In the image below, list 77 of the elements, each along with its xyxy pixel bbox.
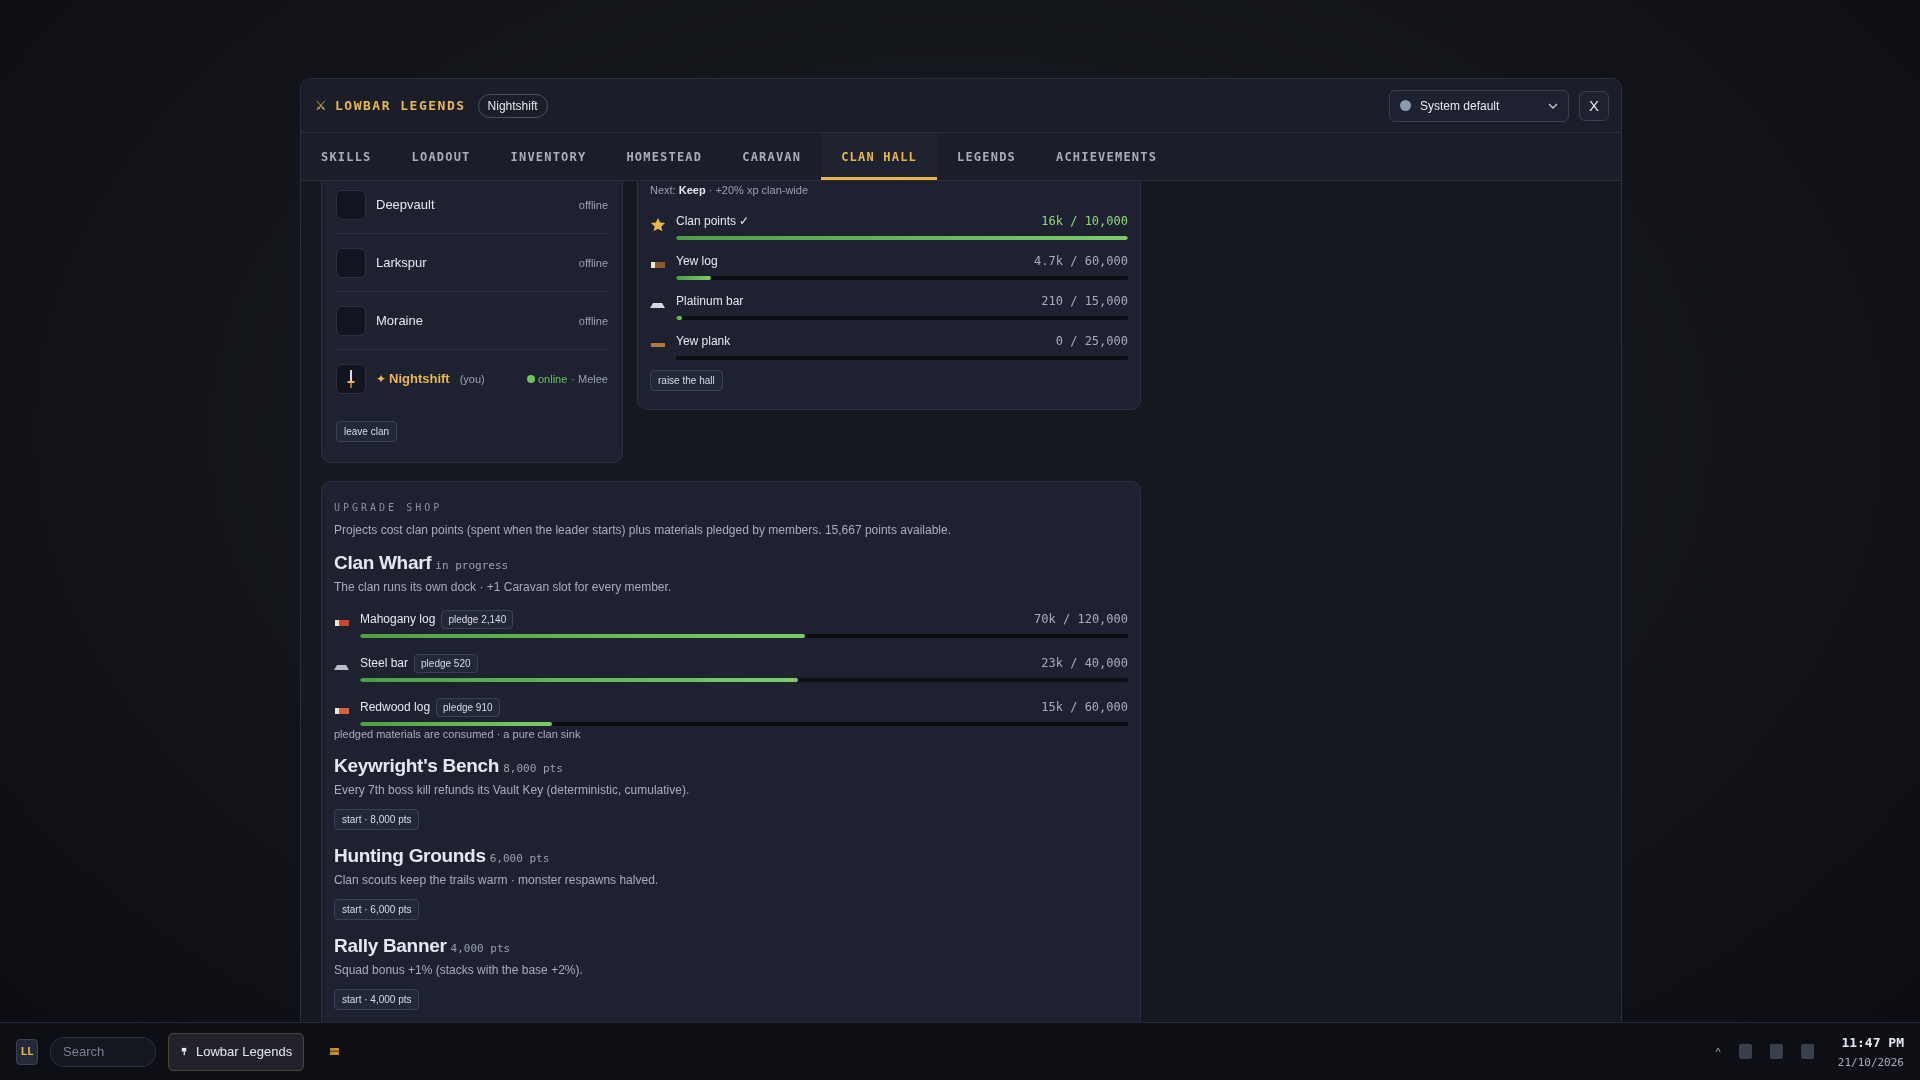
tab[interactable]: SKILLS: [301, 133, 392, 180]
tab[interactable]: ACHIEVEMENTS: [1036, 133, 1178, 180]
material-name: Mahogany log: [360, 612, 436, 626]
requirement-name: Yew plank: [676, 334, 731, 348]
requirement-reading: 4.7k / 60,000: [1034, 254, 1128, 268]
you-label: (you): [459, 372, 485, 385]
project-name: Hunting Grounds: [334, 845, 486, 867]
swords-icon: ⚔: [315, 98, 327, 113]
clock-time: 11:47 PM: [1841, 1034, 1904, 1050]
project-tag: 8,000 pts: [503, 762, 563, 775]
project-name: Clan Wharf: [334, 552, 432, 574]
avatar: [336, 305, 366, 336]
sword-icon: [346, 368, 356, 389]
next-tier-text: Next: Keep · +20% xp clan-wide: [650, 184, 810, 198]
project-tag: 6,000 pts: [489, 852, 550, 865]
clock-date: 21/10/2026: [1837, 1055, 1904, 1069]
avatar: [336, 189, 366, 220]
pledge-button[interactable]: pledge 910: [436, 697, 500, 717]
project-name: Keywright's Bench: [334, 755, 500, 777]
window-title: LOWBAR LEGENDS: [335, 98, 466, 113]
material-reading: 70k / 120,000: [1034, 612, 1128, 626]
project-note: pledged materials are consumed · a pure clan sink: [334, 728, 582, 740]
raise-hall-button[interactable]: raise the hall: [650, 370, 723, 391]
requirement-reading: 210 / 15,000: [1041, 294, 1128, 308]
project-description: Every 7th boss kill refunds its Vault Key (deterministic, cumulative).: [334, 783, 691, 797]
material-name: Steel bar: [360, 656, 409, 670]
tray-icon[interactable]: [1800, 1044, 1814, 1059]
member-name: Moraine: [376, 313, 423, 328]
member-status: offline: [578, 198, 608, 211]
project-name: Rally Banner: [334, 935, 447, 957]
tab[interactable]: LOADOUT: [391, 133, 491, 180]
pledge-button[interactable]: pledge 520: [414, 653, 478, 673]
pledge-button[interactable]: pledge 2,140: [441, 609, 514, 629]
project-tag: in progress: [435, 559, 509, 572]
search-field[interactable]: Search: [50, 1036, 156, 1067]
tab[interactable]: HOMESTEAD: [606, 133, 723, 180]
start-button[interactable]: start · 8,000 pts: [334, 809, 420, 830]
tray-icon[interactable]: [1738, 1044, 1752, 1059]
project-description: Squad bonus +1% (stacks with the base +2%).: [334, 963, 584, 977]
member-status: offline: [578, 256, 608, 269]
project-description: Clan scouts keep the trails warm · monster respawns halved.: [334, 873, 660, 887]
member-name: Nightshift: [389, 371, 450, 386]
requirement-reading: 0 / 25,000: [1055, 334, 1128, 348]
material-name: Redwood log: [360, 700, 431, 714]
tab[interactable]: INVENTORY: [490, 133, 607, 180]
taskbar-app-button[interactable]: Lowbar Legends: [168, 1032, 305, 1071]
theme-select[interactable]: System default: [1389, 89, 1569, 122]
material-reading: 23k / 40,000: [1041, 656, 1128, 670]
member-status: offline: [578, 314, 608, 327]
material-reading: 15k / 60,000: [1041, 700, 1128, 714]
star-icon: [650, 217, 666, 233]
tab[interactable]: CARAVAN: [722, 133, 822, 180]
section-heading: UPGRADE SHOP: [334, 502, 444, 513]
shop-description: Projects cost clan points (spent when the leader starts) plus materials pledged by members. 15,667 points available.: [334, 523, 952, 537]
member-name: Larkspur: [376, 255, 427, 270]
tray-caret[interactable]: ^: [1715, 1045, 1721, 1058]
start-button[interactable]: start · 4,000 pts: [334, 989, 420, 1010]
chevron-down-icon: [1548, 102, 1558, 109]
star-icon: ✦: [376, 371, 386, 386]
member-role: · Melee: [571, 372, 608, 385]
start-button[interactable]: start · 6,000 pts: [334, 899, 420, 920]
member-name: Deepvault: [376, 197, 435, 212]
member-status: online: [537, 372, 568, 385]
requirement-name: Clan points ✓: [676, 214, 750, 228]
app-logo[interactable]: LL: [16, 1038, 38, 1065]
requirement-name: Yew log: [676, 254, 718, 268]
chest-icon[interactable]: [330, 1048, 340, 1055]
tab[interactable]: LEGENDS: [937, 133, 1036, 180]
leave-clan-button[interactable]: leave clan: [336, 421, 398, 442]
close-button[interactable]: X: [1579, 90, 1609, 121]
tab[interactable]: CLAN HALL: [821, 133, 937, 180]
project-tag: 4,000 pts: [450, 942, 511, 955]
requirement-name: Platinum bar: [676, 294, 744, 308]
avatar: [336, 247, 366, 278]
tray-icon[interactable]: [1769, 1044, 1783, 1059]
project-description: The clan runs its own dock · +1 Caravan slot for every member.: [334, 580, 673, 594]
requirement-reading: 16k / 10,000: [1041, 214, 1128, 228]
